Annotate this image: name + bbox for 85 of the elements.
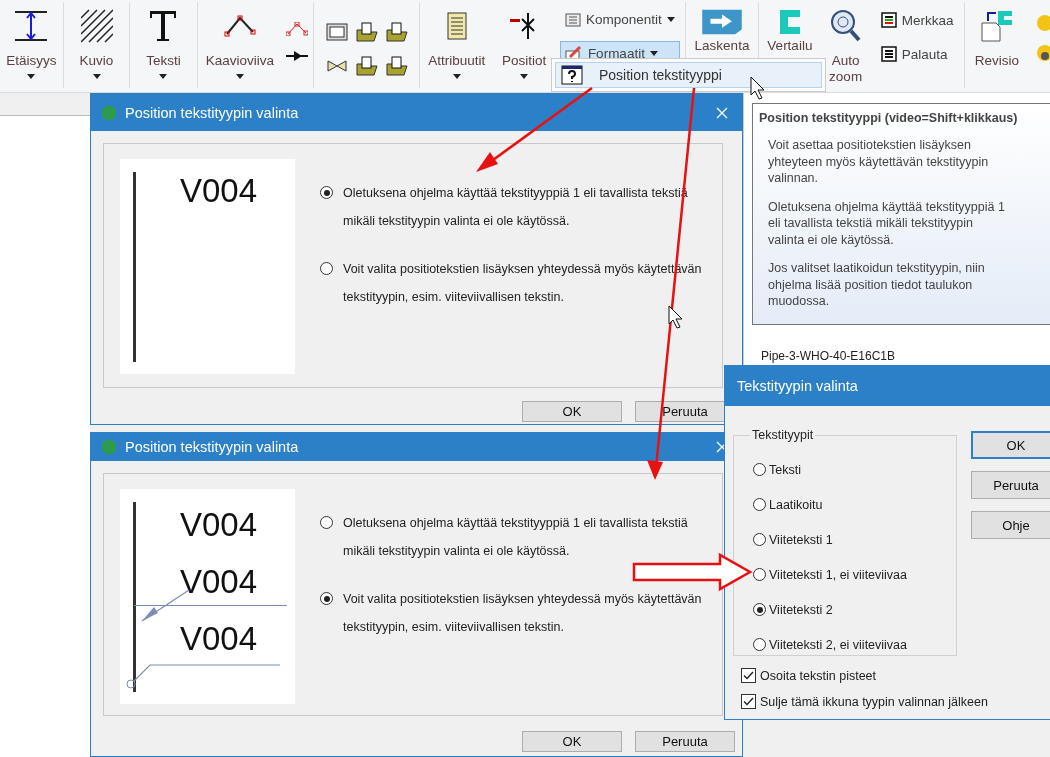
folder-icon: [355, 22, 378, 42]
button-label: Vertailu: [767, 38, 813, 54]
tooltip-title: Position tekstityyppi (video=Shift+klikkaus): [759, 111, 1019, 125]
app-logo-icon: [101, 104, 117, 121]
text-icon: [148, 8, 179, 44]
option-label: Viiteteksti 2, ei viiteviivaa: [769, 637, 908, 652]
radio-button[interactable]: [753, 638, 766, 651]
radio-button[interactable]: [753, 568, 766, 581]
radio-button[interactable]: [753, 463, 766, 476]
tooltip-text: Oletuksena ohjelma käyttää tekstityyppiä 1 eli tavallista tekstiä mikäli tekstityypin valinta ei ole käytössä.: [768, 198, 1006, 248]
ribbon-button[interactable]: Kaavioviiva: [202, 6, 277, 81]
ribbon-button[interactable]: Etäisyys: [3, 6, 60, 81]
ribbon-button[interactable]: Attribuutit: [425, 6, 489, 81]
option-label: Viiteteksti 1: [769, 532, 833, 547]
ribbon-button[interactable]: Auto zoom: [826, 6, 866, 87]
polyline-icon: [286, 22, 309, 36]
checkbox-label: Osoita tekstin pisteet: [760, 668, 877, 683]
button-label: Laskenta: [694, 38, 750, 54]
radio-button[interactable]: [320, 592, 333, 605]
list-item[interactable]: Pipe-3-WHO-40-E16C1B: [761, 349, 896, 363]
checkbox-label: Sulje tämä ikkuna tyypin valinnan jälkeen: [760, 694, 988, 709]
dialog-button[interactable]: Peruuta: [971, 471, 1050, 499]
button-label: Attribuutit: [428, 53, 486, 69]
window-title: Position tekstityypin valinta: [125, 439, 300, 455]
position-label: V004: [180, 621, 258, 657]
button-label: Auto zoom: [829, 53, 863, 85]
list-icon: [564, 12, 581, 27]
tooltip-text: Jos valitset laatikoidun tekstityypin, niin ohjelma lisää position tiedot taulukon muodossa.: [768, 260, 986, 310]
bracket-icon: [777, 8, 802, 36]
ribbon-button[interactable]: Teksti: [143, 6, 184, 81]
button-label: Kuvio: [79, 53, 114, 69]
option-label: Viiteteksti 2: [769, 602, 833, 617]
radio-button[interactable]: [753, 533, 766, 546]
option-text: Voit valita positiotekstien lisäyksen yhteydessä myös käytettävän tekstityypin, esim. viiteviivallisen tekstin.: [343, 591, 703, 636]
app-logo-icon: [101, 439, 117, 455]
window-title: Tekstityypin valinta: [737, 378, 858, 394]
folder-icon: [385, 22, 408, 42]
folder-icon: [355, 56, 378, 76]
option-label: Teksti: [769, 462, 801, 477]
dialog-button[interactable]: OK: [522, 731, 622, 752]
ribbon-button[interactable]: Kuvio: [76, 6, 117, 81]
frame-icon: [325, 22, 348, 42]
ribbon-button[interactable]: Merkkaa: [875, 8, 959, 32]
magnifier-icon: [829, 8, 862, 44]
line-arrow-icon: [286, 50, 309, 62]
button-label: Kaavioviiva: [205, 53, 274, 69]
window-title: Position tekstityypin valinta: [125, 104, 300, 121]
position-label: V004: [180, 564, 258, 600]
dialog-button[interactable]: OK: [522, 401, 622, 422]
hatch-icon: [80, 8, 113, 44]
revision-icon: [979, 8, 1014, 44]
mouse-pointer-icon: [668, 305, 683, 329]
button-label: Etäisyys: [6, 53, 57, 69]
group-label: Tekstityypit: [751, 428, 815, 442]
checkbox[interactable]: [741, 668, 756, 683]
radio-button[interactable]: [320, 262, 333, 275]
ribbon-button[interactable]: Vertailu: [764, 6, 816, 56]
ribbon-button[interactable]: Laskenta: [691, 6, 753, 56]
lines-icon: [880, 12, 897, 28]
checkbox[interactable]: [741, 694, 756, 709]
ribbon-button[interactable]: Palauta: [875, 42, 959, 66]
help-icon: [561, 65, 583, 85]
lines-icon: [880, 46, 897, 62]
option-label: Laatikoitu: [769, 497, 823, 512]
radio-button[interactable]: [753, 498, 766, 511]
dialog-button[interactable]: Peruuta: [635, 731, 735, 752]
radio-button[interactable]: [320, 186, 333, 199]
option-label: Viiteteksti 1, ei viiteviivaa: [769, 567, 908, 582]
ribbon-button[interactable]: Komponentit: [559, 8, 680, 31]
close-icon[interactable]: [716, 106, 728, 119]
button-label: Teksti: [146, 53, 181, 69]
button-label: Positiot: [501, 53, 547, 69]
button-label: Revisio: [974, 53, 1019, 69]
radio-button[interactable]: [753, 603, 766, 616]
ribbon-button[interactable]: Revisio: [971, 6, 1022, 71]
position-label: V004: [180, 507, 258, 543]
radio-button[interactable]: [320, 516, 333, 529]
folder-icon: [385, 56, 408, 76]
menu-item[interactable]: Position tekstityyppi: [555, 62, 822, 88]
option-text: Oletuksena ohjelma käyttää tekstityyppiä 1 eli tavallista tekstiä mikäli tekstityypin valinta ei ole käytössä.: [343, 515, 689, 560]
position-label: V004: [180, 173, 258, 209]
ribbon-button[interactable]: Positiot: [498, 6, 550, 81]
tooltip-text: Voit asettaa positiotekstien lisäyksen yhteyteen myös käytettävän tekstityypin valinnan.: [768, 137, 990, 187]
dialog-button[interactable]: OK: [971, 431, 1050, 459]
dialog-button[interactable]: Ohje: [971, 511, 1050, 539]
